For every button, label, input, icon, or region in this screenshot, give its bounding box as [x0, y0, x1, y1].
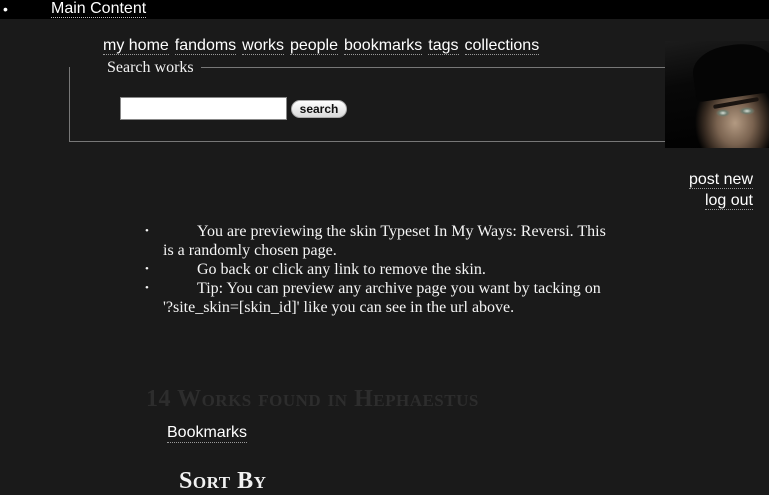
- nav-people-link[interactable]: people: [289, 37, 338, 55]
- nav-tags-link[interactable]: tags: [428, 37, 459, 55]
- nav-fandoms-link[interactable]: fandoms: [174, 37, 237, 55]
- notice-item: • Go back or click any link to remove the…: [145, 260, 613, 279]
- skip-link-bullet: •: [3, 1, 8, 17]
- user-menu: post new log out: [688, 171, 753, 213]
- sort-by-heading: Sort By: [179, 468, 267, 494]
- notice-text: Tip: You can preview any archive page yo…: [163, 280, 601, 316]
- skin-preview-notice: • You are previewing the skin Typeset In …: [145, 222, 613, 317]
- primary-navigation: my home fandoms works people bookmarks t…: [103, 36, 545, 55]
- notice-bullet: •: [145, 263, 149, 275]
- notice-item: • Tip: You can preview any archive page y…: [145, 279, 613, 317]
- user-avatar-icon[interactable]: [665, 41, 769, 148]
- search-button[interactable]: search: [291, 100, 347, 118]
- notice-bullet: •: [145, 225, 149, 237]
- nav-collections-link[interactable]: collections: [464, 37, 540, 55]
- bookmarks-link[interactable]: Bookmarks: [167, 424, 248, 443]
- post-new-link[interactable]: post new: [688, 171, 753, 189]
- search-works-legend: Search works: [105, 59, 196, 77]
- avatar-hair: [689, 41, 769, 103]
- search-input[interactable]: [120, 97, 287, 120]
- notice-text: You are previewing the skin Typeset In M…: [163, 223, 606, 259]
- notice-item: • You are previewing the skin Typeset In …: [145, 222, 613, 260]
- notice-text: Go back or click any link to remove the …: [197, 261, 486, 278]
- nav-bookmarks-link[interactable]: bookmarks: [344, 37, 423, 55]
- nav-my-home-link[interactable]: my home: [103, 37, 169, 55]
- log-out-link[interactable]: log out: [704, 192, 753, 210]
- works-found-heading: 14 Works found in Hephaestus: [146, 385, 479, 412]
- notice-bullet: •: [145, 282, 149, 294]
- skip-to-main-content-link[interactable]: Main Content: [51, 0, 147, 18]
- nav-works-link[interactable]: works: [242, 37, 284, 55]
